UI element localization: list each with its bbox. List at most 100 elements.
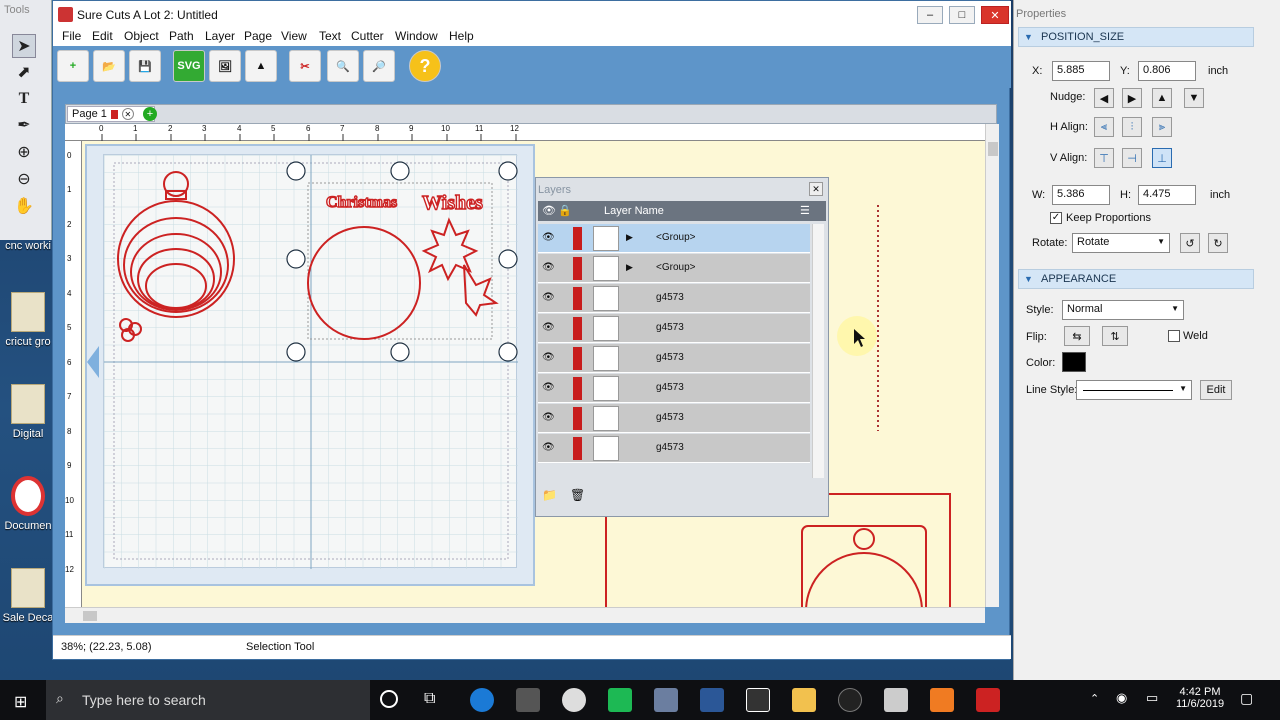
taskbar-search[interactable]: ⌕ Type here to search (46, 680, 370, 720)
eye-icon[interactable]: 👁 (542, 442, 556, 453)
rotate-right-icon[interactable]: ↻ (1208, 233, 1228, 253)
eye-icon[interactable]: 👁 (542, 382, 556, 393)
tray-icon[interactable]: ◉ (1116, 690, 1127, 706)
calculator-icon[interactable] (884, 688, 908, 712)
align-left-icon[interactable]: ⫷ (1094, 117, 1114, 137)
nudge-down-icon[interactable]: ▼ (1184, 88, 1204, 108)
eye-icon[interactable]: 👁 (542, 412, 556, 423)
app-icon-taskbar[interactable] (838, 688, 862, 712)
fusion-icon[interactable] (930, 688, 954, 712)
close-page-icon[interactable]: ✕ (121, 108, 134, 120)
layers-menu-icon[interactable]: ☰ (800, 204, 810, 217)
menu-help[interactable]: Help (449, 29, 474, 43)
layer-row[interactable]: 👁 g4573 (538, 404, 810, 433)
nudge-up-icon[interactable]: ▲ (1152, 88, 1172, 108)
edge-icon[interactable] (470, 688, 494, 712)
sure-cuts-icon[interactable] (976, 688, 1000, 712)
preview-icon[interactable]: 🔍 (327, 50, 359, 82)
align-center-icon[interactable]: ⫶ (1122, 117, 1142, 137)
layer-row[interactable]: 👁 g4573 (538, 374, 810, 403)
eye-icon[interactable]: 👁 (542, 292, 556, 303)
menu-text[interactable]: Text (319, 29, 341, 43)
notifications-icon[interactable]: ▢ (1240, 690, 1253, 707)
layer-row[interactable]: 👁 ▶ <Group> (538, 224, 810, 253)
word-icon[interactable] (700, 688, 724, 712)
eye-icon[interactable]: 👁 (542, 262, 556, 273)
keep-proportions-checkbox[interactable]: ✓ (1050, 212, 1062, 224)
menu-object[interactable]: Object (124, 29, 159, 43)
appearance-header[interactable]: ▼ APPEARANCE (1018, 269, 1254, 289)
nudge-left-icon[interactable]: ◀ (1094, 88, 1114, 108)
select-tool-icon[interactable]: ➤ (12, 34, 36, 58)
flip-horizontal-icon[interactable]: ⇆ (1064, 326, 1090, 346)
rotate-left-icon[interactable]: ↺ (1180, 233, 1200, 253)
maximize-button[interactable]: □ (949, 6, 975, 24)
menu-layer[interactable]: Layer (205, 29, 235, 43)
windows-start-icon[interactable]: ⊞ (14, 692, 27, 712)
rotate-select[interactable]: Rotate ▼ (1072, 233, 1170, 253)
menu-page[interactable]: Page (244, 29, 272, 43)
horizontal-scrollbar[interactable] (65, 607, 985, 623)
clock[interactable]: 4:42 PM 11/6/2019 (1176, 686, 1224, 710)
style-select[interactable]: Normal ▼ (1062, 300, 1184, 320)
align-top-icon[interactable]: ⊤ (1094, 148, 1114, 168)
edit-line-style-button[interactable]: Edit (1200, 380, 1232, 400)
dropbox-icon[interactable] (516, 688, 540, 712)
layer-row[interactable]: 👁 g4573 (538, 344, 810, 373)
position-size-header[interactable]: ▼ POSITION_SIZE (1018, 27, 1254, 47)
menu-view[interactable]: View (281, 29, 307, 43)
pen-tool-icon[interactable]: ✒ (12, 113, 36, 137)
cutting-mat[interactable]: Christmas Wishes (103, 154, 518, 569)
align-middle-icon[interactable]: ⊣ (1122, 148, 1142, 168)
layers-close-icon[interactable]: ✕ (809, 182, 823, 196)
open-icon[interactable]: 📂 (93, 50, 125, 82)
line-style-select[interactable]: ▼ (1076, 380, 1192, 400)
hand-tool-icon[interactable]: ✋ (12, 194, 36, 218)
layer-row[interactable]: 👁 ▶ <Group> (538, 254, 810, 283)
desktop-icon[interactable]: cnc worki (0, 240, 56, 252)
help-icon[interactable]: ? (409, 50, 441, 82)
menu-path[interactable]: Path (169, 29, 194, 43)
import-image-icon[interactable]: 🖼 (209, 50, 241, 82)
7zip-icon[interactable] (746, 688, 770, 712)
desktop-icon[interactable]: Documen (0, 476, 56, 532)
height-input[interactable]: 4.475 (1138, 185, 1196, 205)
layer-row[interactable]: 👁 g4573 (538, 434, 810, 463)
add-page-icon[interactable]: + (143, 107, 157, 121)
layer-row[interactable]: 👁 g4573 (538, 284, 810, 313)
new-layer-icon[interactable]: 📁 (542, 488, 557, 502)
cut-icon[interactable]: ✂ (289, 50, 321, 82)
x-input[interactable]: 5.885 (1052, 61, 1110, 81)
flip-vertical-icon[interactable]: ⇅ (1102, 326, 1128, 346)
align-bottom-icon[interactable]: ⊥ (1152, 148, 1172, 168)
save-icon[interactable]: 💾 (129, 50, 161, 82)
safari-icon[interactable] (562, 688, 586, 712)
eye-icon[interactable]: 👁 (542, 352, 556, 363)
minimize-button[interactable]: – (917, 6, 943, 24)
photo-icon[interactable] (654, 688, 678, 712)
chevron-up-icon[interactable]: ⌃ (1090, 692, 1099, 705)
new-document-icon[interactable]: + (57, 50, 89, 82)
desktop-icon[interactable]: Digital (0, 384, 56, 440)
weld-checkbox[interactable] (1168, 330, 1180, 342)
task-view-icon[interactable]: ⧉ (424, 690, 435, 708)
y-input[interactable]: 0.806 (1138, 61, 1196, 81)
shapes-icon[interactable]: ▲ (245, 50, 277, 82)
cortana-icon[interactable] (380, 690, 398, 708)
scroll-thumb[interactable] (988, 142, 998, 156)
layers-scrollbar[interactable] (812, 224, 824, 478)
scroll-thumb[interactable] (83, 611, 97, 621)
eye-icon[interactable]: 👁 (542, 322, 556, 333)
network-icon[interactable]: ▭ (1146, 690, 1158, 706)
page-tab[interactable]: Page 1 ✕ (67, 106, 155, 122)
print-preview-icon[interactable]: 🔎 (363, 50, 395, 82)
text-tool-icon[interactable]: T (12, 87, 36, 111)
node-edit-tool-icon[interactable]: ⬈ (12, 60, 36, 84)
eye-icon[interactable]: 👁 (542, 232, 556, 243)
import-svg-icon[interactable]: SVG (173, 50, 205, 82)
close-button[interactable]: ✕ (981, 6, 1009, 24)
file-explorer-icon[interactable] (792, 688, 816, 712)
zoom-in-icon[interactable]: ⊕ (12, 140, 36, 164)
expand-icon[interactable]: ▶ (626, 232, 633, 243)
spreadsheet-icon[interactable] (608, 688, 632, 712)
